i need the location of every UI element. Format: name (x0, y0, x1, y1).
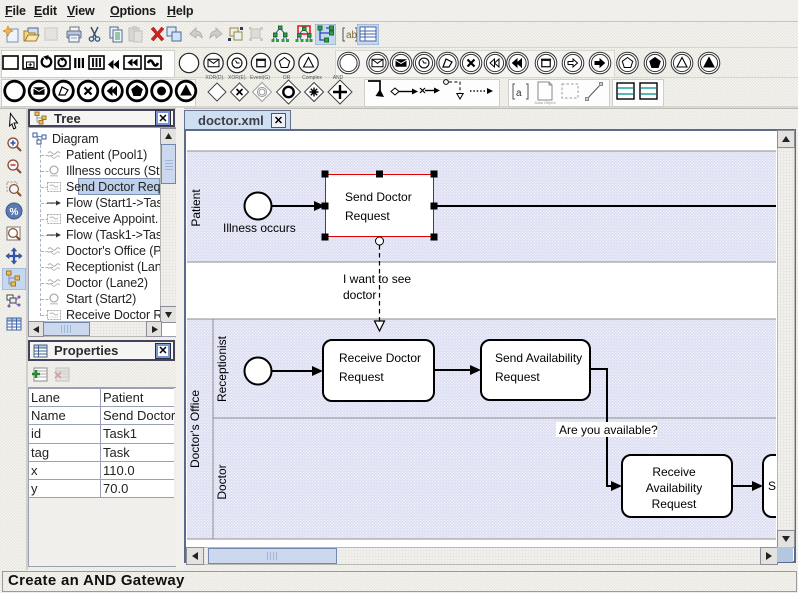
svg-text:S: S (768, 479, 776, 493)
svg-text:Send Availability: Send Availability (495, 351, 582, 365)
svg-text:Request: Request (495, 370, 540, 384)
svg-text:%: % (10, 207, 19, 218)
svg-text:a: a (516, 88, 522, 99)
svg-text:Request: Request (339, 370, 384, 384)
svg-text:Illness occurs: Illness occurs (223, 221, 296, 235)
svg-text:Receive Doctor: Receive Doctor (339, 351, 421, 365)
svg-text:Patient: Patient (189, 189, 203, 227)
svg-text:Doctor's Office: Doctor's Office (188, 390, 202, 468)
svg-text:Request: Request (345, 209, 390, 223)
svg-text:Are you available?: Are you available? (559, 423, 658, 437)
svg-text:doctor: doctor (343, 288, 376, 302)
svg-text:AND: AND (333, 75, 344, 81)
svg-text:Complex: Complex (302, 75, 322, 81)
svg-text:Doctor: Doctor (215, 464, 229, 499)
svg-text:I want to see: I want to see (343, 272, 411, 286)
svg-text:Send Doctor: Send Doctor (345, 190, 412, 204)
svg-text:Data Object: Data Object (534, 100, 556, 105)
svg-text:XOR(E).: XOR(E). (228, 75, 247, 81)
svg-text:Availability: Availability (646, 481, 702, 495)
svg-text:XOR(D).: XOR(D). (205, 75, 224, 81)
svg-text:OR: OR (283, 75, 291, 81)
svg-text:Request: Request (652, 497, 697, 511)
svg-text:Receive: Receive (652, 465, 696, 479)
svg-text:Receptionist: Receptionist (215, 335, 229, 402)
svg-text:Event(G): Event(G) (250, 75, 270, 81)
